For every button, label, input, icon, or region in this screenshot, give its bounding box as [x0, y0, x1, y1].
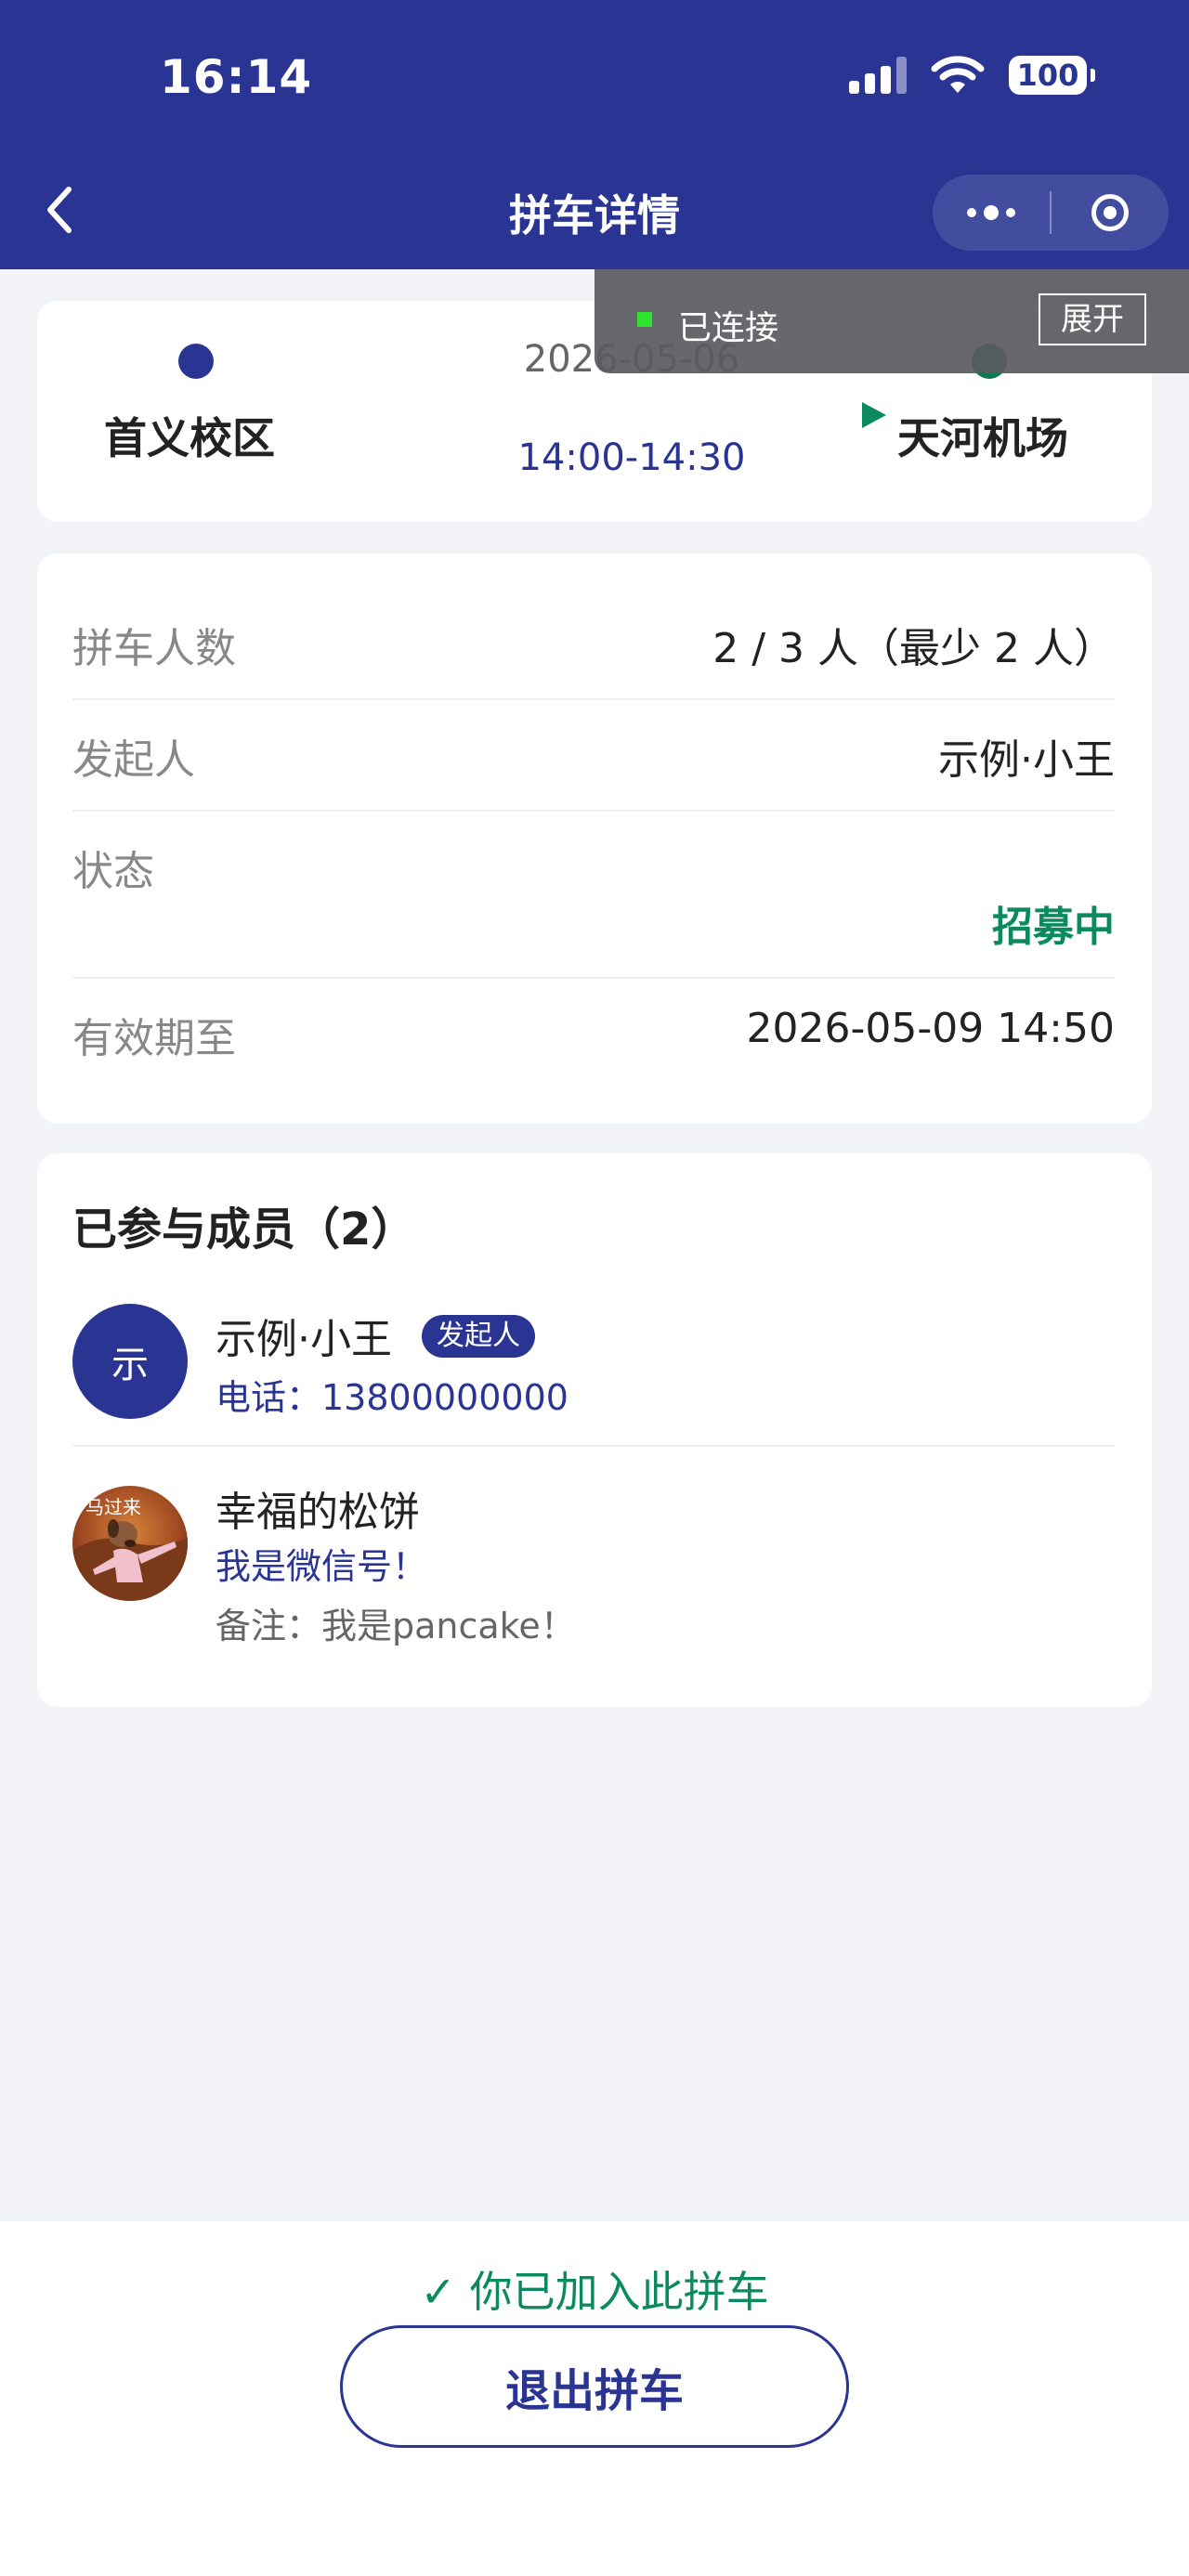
status-value: 招募中 [992, 904, 1115, 951]
divider [72, 1445, 1115, 1447]
expiry-value: 2026-05-09 14:50 [746, 1005, 1116, 1052]
avatar: 马过来 [72, 1486, 188, 1601]
divider [72, 698, 1115, 700]
passengers-value: 2 / 3 人（最少 2 人） [712, 625, 1115, 672]
ride-time-range: 14:00-14:30 [517, 436, 746, 479]
member-name: 幸福的松饼 [216, 1489, 420, 1536]
avatar-image: 马过来 [72, 1486, 188, 1601]
passengers-label: 拼车人数 [72, 625, 236, 672]
status-label: 状态 [72, 848, 154, 895]
origin-dot-icon [178, 344, 214, 379]
signal-icon [849, 57, 907, 94]
initiator-label: 发起人 [72, 736, 195, 784]
divider [72, 810, 1115, 812]
close-mini-program-icon[interactable] [1052, 194, 1169, 231]
avatar-caption: 马过来 [85, 1496, 141, 1518]
connection-overlay: 已连接 展开 [594, 269, 1189, 373]
members-title: 已参与成员（2） [72, 1203, 416, 1255]
destination-place: 天河机场 [897, 413, 1068, 463]
connected-indicator-icon [637, 312, 652, 327]
exit-carpool-button[interactable]: 退出拼车 [340, 2325, 849, 2448]
expand-button[interactable]: 展开 [1039, 293, 1146, 345]
origin-place: 首义校区 [104, 413, 275, 463]
members-card: 已参与成员（2） 示 示例·小王 发起人 电话：13800000000 马过来 … [37, 1153, 1152, 1707]
ride-info-card: 拼车人数 2 / 3 人（最少 2 人） 发起人 示例·小王 状态 招募中 有效… [37, 553, 1152, 1124]
initiator-badge: 发起人 [422, 1315, 535, 1358]
member-phone: 电话：13800000000 [216, 1377, 568, 1418]
divider [72, 977, 1115, 979]
mini-program-capsule [933, 175, 1169, 251]
route-arrow-icon [340, 402, 886, 428]
status-time: 16:14 [160, 50, 313, 104]
member-note: 备注：我是pancake！ [216, 1606, 576, 1646]
expiry-label: 有效期至 [72, 1015, 236, 1062]
status-icons: 100 [849, 56, 1095, 95]
battery-icon: 100 [1009, 56, 1095, 95]
member-wechat: 我是微信号！ [216, 1546, 428, 1587]
app-header: 16:14 100 拼车详情 [0, 0, 1189, 269]
initiator-value: 示例·小王 [938, 736, 1115, 784]
joined-status-text: ✓ 你已加入此拼车 [420, 2267, 769, 2317]
wifi-icon [931, 56, 985, 93]
member-name: 示例·小王 [216, 1316, 392, 1363]
target-ring-icon [1091, 194, 1129, 231]
connection-status: 已连接 [678, 309, 779, 347]
more-options-icon[interactable] [933, 205, 1050, 220]
avatar: 示 [72, 1304, 188, 1419]
bottom-action-bar: ✓ 你已加入此拼车 退出拼车 [0, 2221, 1189, 2576]
